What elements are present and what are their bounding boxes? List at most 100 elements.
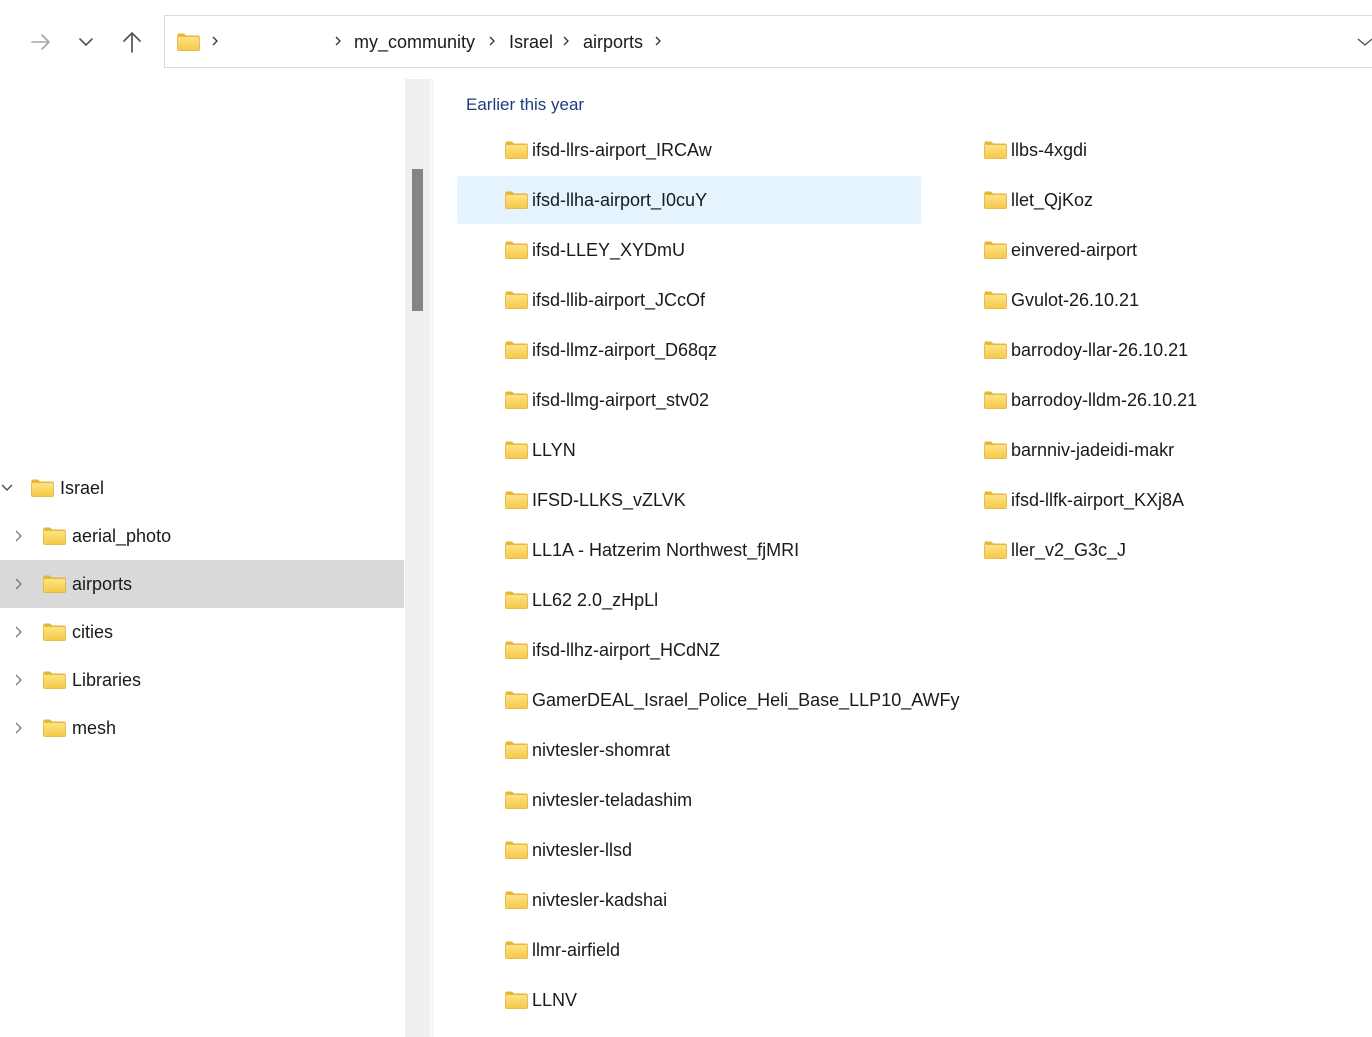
folder-name: einvered-airport: [1011, 240, 1138, 260]
folder-icon: [43, 671, 66, 694]
folder-icon: [984, 191, 1007, 214]
scrollbar-thumb[interactable]: [412, 169, 423, 311]
folder-item[interactable]: barrodoy-lldm-26.10.21: [957, 376, 1357, 424]
chevron-right-icon[interactable]: [11, 576, 25, 592]
folder-name: ifsd-llha-airport_I0cuY: [532, 190, 708, 210]
chevron-right-icon[interactable]: [11, 672, 25, 688]
forward-button[interactable]: [23, 24, 59, 60]
folder-name: LLYN: [532, 440, 576, 460]
tree-item-label: Israel: [60, 478, 105, 498]
folder-name: LL62 2.0_zHpLl: [532, 590, 659, 610]
navigation-bar: my_community Israel airports: [0, 0, 1372, 82]
folder-item[interactable]: LLYN: [457, 426, 921, 474]
folder-name: IFSD-LLKS_vZLVK: [532, 490, 686, 510]
folder-item[interactable]: LL62 2.0_zHpLl: [457, 576, 921, 624]
folder-icon: [505, 891, 528, 914]
breadcrumb-separator[interactable]: [560, 31, 572, 51]
folder-item[interactable]: Gvulot-26.10.21: [957, 276, 1357, 324]
folder-name: LLNV: [532, 990, 578, 1010]
breadcrumb-israel[interactable]: Israel: [509, 30, 553, 54]
folder-name: barrodoy-lldm-26.10.21: [1011, 390, 1198, 410]
folder-name: LL1A - Hatzerim Northwest_fjMRI: [532, 540, 800, 560]
folder-item[interactable]: LLNV: [457, 976, 921, 1024]
folder-item[interactable]: einvered-airport: [957, 226, 1357, 274]
folder-name: nivtesler-shomrat: [532, 740, 671, 760]
tree-item-libraries[interactable]: Libraries: [0, 656, 404, 704]
folder-name: barrodoy-llar-26.10.21: [1011, 340, 1189, 360]
folder-icon: [177, 33, 200, 56]
folder-item[interactable]: nivtesler-shomrat: [457, 726, 921, 774]
up-button[interactable]: [114, 24, 150, 60]
navigation-pane: Israel aerial_photo airports cities Librarie…: [0, 82, 405, 1037]
folder-name: ifsd-llfk-airport_KXj8A: [1011, 490, 1185, 510]
folder-item[interactable]: llmr-airfield: [457, 926, 921, 974]
address-history-dropdown[interactable]: [1353, 32, 1372, 52]
folder-name: llet_QjKoz: [1011, 190, 1094, 210]
folder-item[interactable]: nivtesler-llsd: [457, 826, 921, 874]
folder-item[interactable]: ifsd-llfk-airport_KXj8A: [957, 476, 1357, 524]
breadcrumb-separator[interactable]: [652, 31, 664, 51]
folder-item[interactable]: nivtesler-teladashim: [457, 776, 921, 824]
group-header[interactable]: Earlier this year: [466, 94, 584, 116]
folder-name: ifsd-llrs-airport_IRCAw: [532, 140, 712, 160]
tree-item-label: aerial_photo: [72, 526, 172, 546]
folder-item[interactable]: ifsd-llrs-airport_IRCAw: [457, 126, 921, 174]
chevron-right-icon[interactable]: [11, 624, 25, 640]
folder-icon: [505, 441, 528, 464]
folder-item[interactable]: GamerDEAL_Israel_Police_Heli_Base_LLP10_…: [457, 676, 960, 724]
tree-item-label: cities: [72, 622, 114, 642]
chevron-right-icon[interactable]: [11, 720, 25, 736]
folder-name: nivtesler-teladashim: [532, 790, 693, 810]
folder-item[interactable]: ller_v2_G3c_J: [957, 526, 1357, 574]
navigation-pane-scrollbar[interactable]: [405, 79, 430, 1037]
folder-item[interactable]: barnniv-jadeidi-makr: [957, 426, 1357, 474]
folder-item[interactable]: LL1A - Hatzerim Northwest_fjMRI: [457, 526, 921, 574]
folder-item[interactable]: ifsd-llmz-airport_D68qz: [457, 326, 921, 374]
breadcrumb-my-community[interactable]: my_community: [354, 30, 475, 54]
folder-icon: [505, 591, 528, 614]
breadcrumb-separator[interactable]: [332, 31, 344, 51]
folder-item[interactable]: barrodoy-llar-26.10.21: [957, 326, 1357, 374]
tree-item-israel[interactable]: Israel: [0, 464, 404, 512]
chevron-down-icon: [79, 38, 93, 46]
tree-item-label: mesh: [72, 718, 117, 738]
recent-locations-button[interactable]: [68, 24, 104, 60]
folder-item[interactable]: ifsd-LLEY_XYDmU: [457, 226, 921, 274]
chevron-right-icon[interactable]: [11, 528, 25, 544]
folder-icon: [984, 491, 1007, 514]
folder-icon: [984, 441, 1007, 464]
tree-item-aerial-photo[interactable]: aerial_photo: [0, 512, 404, 560]
folder-name: ifsd-llhz-airport_HCdNZ: [532, 640, 721, 660]
folder-icon: [984, 141, 1007, 164]
folder-icon: [43, 527, 66, 550]
folder-item[interactable]: ifsd-llib-airport_JCcOf: [457, 276, 921, 324]
folder-item[interactable]: ifsd-llha-airport_I0cuY: [457, 176, 921, 224]
breadcrumb-separator[interactable]: [209, 31, 221, 51]
folder-name: ifsd-llmz-airport_D68qz: [532, 340, 718, 360]
address-bar[interactable]: my_community Israel airports: [164, 15, 1372, 68]
folder-icon: [505, 191, 528, 214]
folder-item[interactable]: llbs-4xgdi: [957, 126, 1357, 174]
tree-item-cities[interactable]: cities: [0, 608, 404, 656]
folder-icon: [984, 241, 1007, 264]
folder-icon: [505, 741, 528, 764]
folder-name: ller_v2_G3c_J: [1011, 540, 1127, 560]
folder-icon: [505, 291, 528, 314]
folder-item[interactable]: ifsd-llmg-airport_stv02: [457, 376, 921, 424]
folder-icon: [984, 541, 1007, 564]
tree-item-mesh[interactable]: mesh: [0, 704, 404, 752]
breadcrumb-separator[interactable]: [486, 31, 498, 51]
tree-item-airports[interactable]: airports: [0, 560, 404, 608]
folder-item[interactable]: nivtesler-kadshai: [457, 876, 921, 924]
folder-icon: [505, 491, 528, 514]
folder-icon: [43, 623, 66, 646]
folder-icon: [505, 941, 528, 964]
folder-name: ifsd-llib-airport_JCcOf: [532, 290, 706, 310]
folder-item[interactable]: IFSD-LLKS_vZLVK: [457, 476, 921, 524]
folder-item[interactable]: ifsd-llhz-airport_HCdNZ: [457, 626, 921, 674]
folder-icon: [984, 341, 1007, 364]
folder-item[interactable]: llet_QjKoz: [957, 176, 1357, 224]
breadcrumb-airports[interactable]: airports: [583, 30, 643, 54]
chevron-down-icon[interactable]: [0, 480, 14, 496]
folder-name: ifsd-LLEY_XYDmU: [532, 240, 686, 260]
